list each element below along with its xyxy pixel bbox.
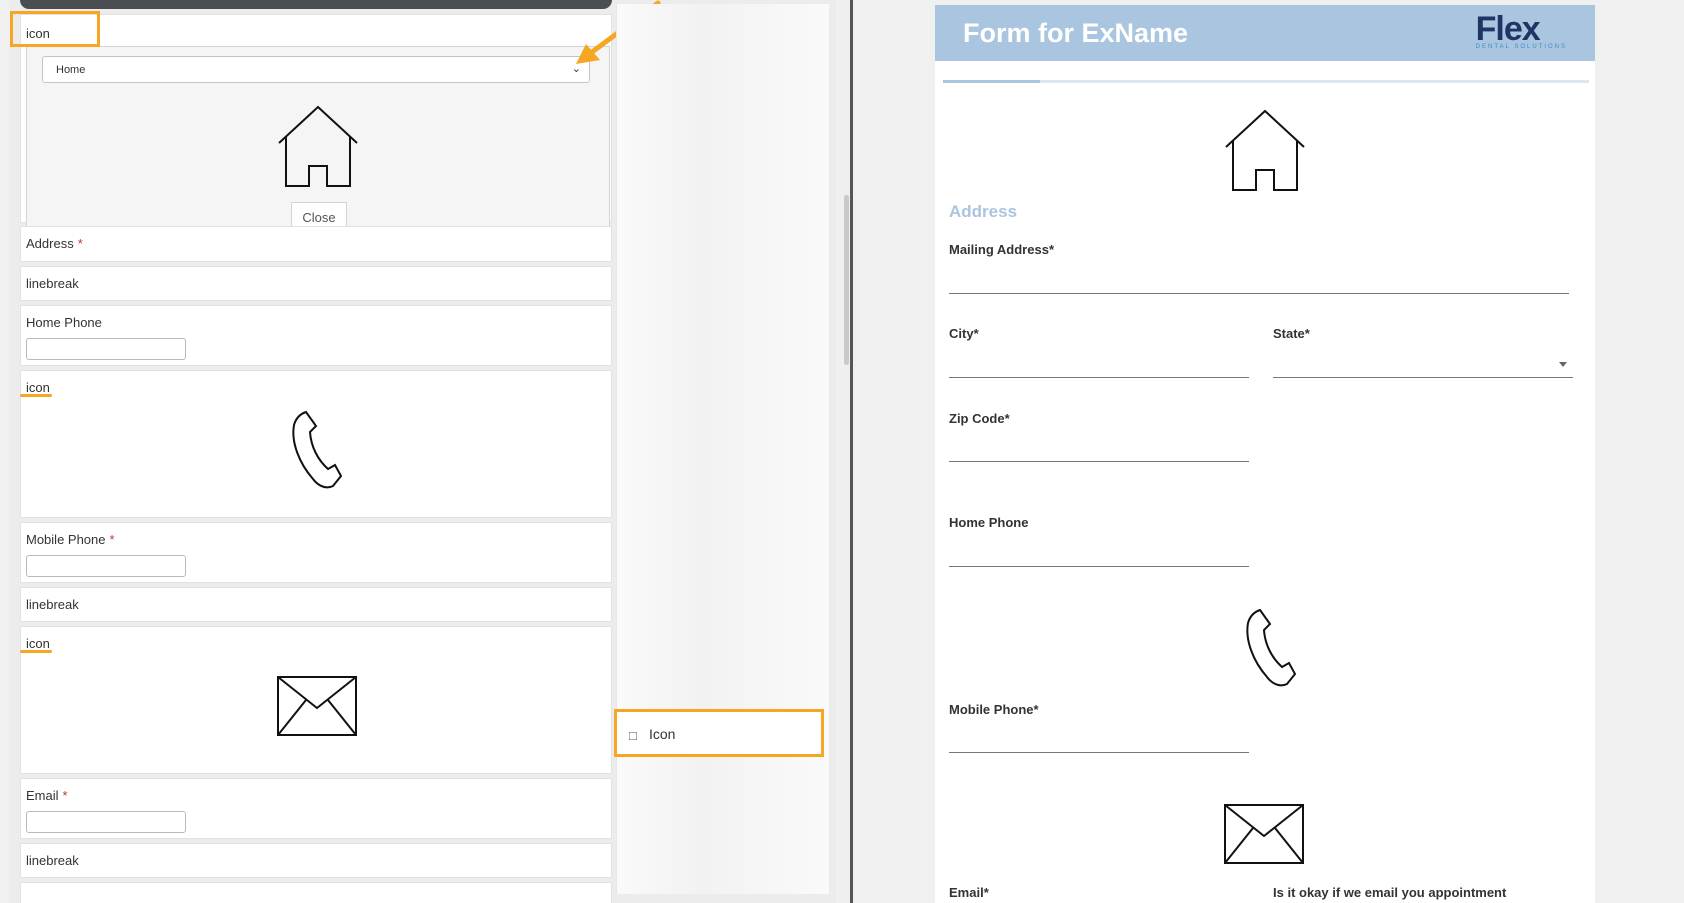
city-label: City	[949, 326, 974, 341]
field-label: linebreak	[26, 853, 79, 868]
field-card-linebreak[interactable]: linebreak	[20, 843, 612, 878]
mobile-phone-label: Mobile Phone	[949, 702, 1034, 717]
form-preview: Form for ExName Flex DENTAL SOLUTIONS Ad…	[935, 5, 1595, 903]
email-consent-label: Is it okay if we email you appointment	[1273, 885, 1507, 900]
palette-item-label: Icon	[649, 726, 676, 742]
required-asterisk: *	[1004, 411, 1010, 426]
envelope-icon	[277, 676, 357, 736]
email-label: Email	[949, 885, 984, 900]
required-asterisk: *	[109, 532, 115, 547]
builder-top-bar	[20, 0, 612, 9]
state-select[interactable]	[1273, 377, 1573, 378]
icon-field-card[interactable]: icon Home ⌄ Close	[20, 14, 612, 231]
highlight-underline	[20, 650, 52, 653]
field-card-linebreak[interactable]: linebreak	[20, 587, 612, 622]
zip-code-input[interactable]	[949, 461, 1249, 462]
builder-scrollbar[interactable]	[843, 0, 850, 903]
phone-icon	[292, 410, 343, 489]
progress-fill	[943, 80, 1040, 83]
field-card-partial[interactable]	[20, 882, 612, 903]
required-asterisk: *	[1048, 242, 1054, 257]
logo-subtitle: DENTAL SOLUTIONS	[1475, 44, 1567, 50]
mobile-phone-input[interactable]	[949, 752, 1249, 753]
field-label: Email	[26, 788, 59, 803]
icon-select-dropdown[interactable]: Home ⌄	[42, 56, 590, 83]
field-label: linebreak	[26, 276, 79, 291]
field-label: Home Phone	[26, 315, 102, 330]
home-phone-label: Home Phone	[949, 515, 1029, 530]
required-asterisk: *	[62, 788, 68, 803]
field-card-linebreak[interactable]: linebreak	[20, 266, 612, 301]
field-card-email[interactable]: Email *	[20, 778, 612, 839]
progress-bar	[943, 80, 1589, 83]
email-input[interactable]	[26, 811, 186, 833]
logo-text: Flex	[1475, 10, 1541, 48]
state-label: State	[1273, 326, 1305, 341]
field-card-mobile-phone[interactable]: Mobile Phone *	[20, 522, 612, 583]
required-asterisk: *	[1304, 326, 1310, 341]
required-asterisk: *	[77, 236, 83, 251]
builder-scrollbar-thumb[interactable]	[844, 195, 849, 365]
file-icon: □	[629, 728, 637, 743]
mailing-address-label: Mailing Address	[949, 242, 1049, 257]
icon-field-card-phone[interactable]: icon	[20, 370, 612, 518]
zip-code-label: Zip Code	[949, 411, 1005, 426]
required-asterisk: *	[973, 326, 979, 341]
field-label: Address	[26, 236, 74, 251]
caret-down-icon	[1559, 362, 1567, 367]
form-title: Form for ExName	[963, 18, 1189, 48]
field-type-label: icon	[26, 26, 50, 41]
field-label: linebreak	[26, 597, 79, 612]
field-card-address[interactable]: Address *	[20, 226, 612, 262]
form-header: Form for ExName Flex DENTAL SOLUTIONS	[935, 5, 1595, 61]
flex-logo: Flex DENTAL SOLUTIONS	[1476, 10, 1567, 50]
highlight-underline	[20, 394, 52, 397]
form-builder-panel: icon Home ⌄ Close Address * linebreak Hom…	[0, 0, 852, 903]
icon-select-value: Home	[56, 64, 86, 76]
city-input[interactable]	[949, 377, 1249, 378]
field-card-home-phone[interactable]: Home Phone	[20, 305, 612, 366]
home-icon	[1225, 109, 1305, 191]
field-type-label: icon	[26, 636, 50, 651]
home-icon	[278, 105, 358, 187]
icon-settings-panel: Home ⌄ Close	[26, 46, 610, 231]
mobile-phone-input[interactable]	[26, 555, 186, 577]
home-phone-input[interactable]	[26, 338, 186, 360]
field-label: Mobile Phone	[26, 532, 106, 547]
required-asterisk: *	[983, 885, 989, 900]
field-type-label: icon	[26, 380, 50, 395]
mailing-address-input[interactable]	[949, 293, 1569, 294]
home-phone-input[interactable]	[949, 566, 1249, 567]
form-preview-panel: Form for ExName Flex DENTAL SOLUTIONS Ad…	[853, 0, 1684, 903]
palette-item-icon[interactable]: □ Icon	[614, 709, 824, 757]
envelope-icon	[1224, 804, 1304, 864]
icon-field-card-email[interactable]: icon	[20, 626, 612, 774]
section-title: Address	[949, 202, 1018, 221]
required-asterisk: *	[1033, 702, 1039, 717]
phone-icon	[1246, 608, 1297, 687]
component-palette	[616, 4, 829, 894]
